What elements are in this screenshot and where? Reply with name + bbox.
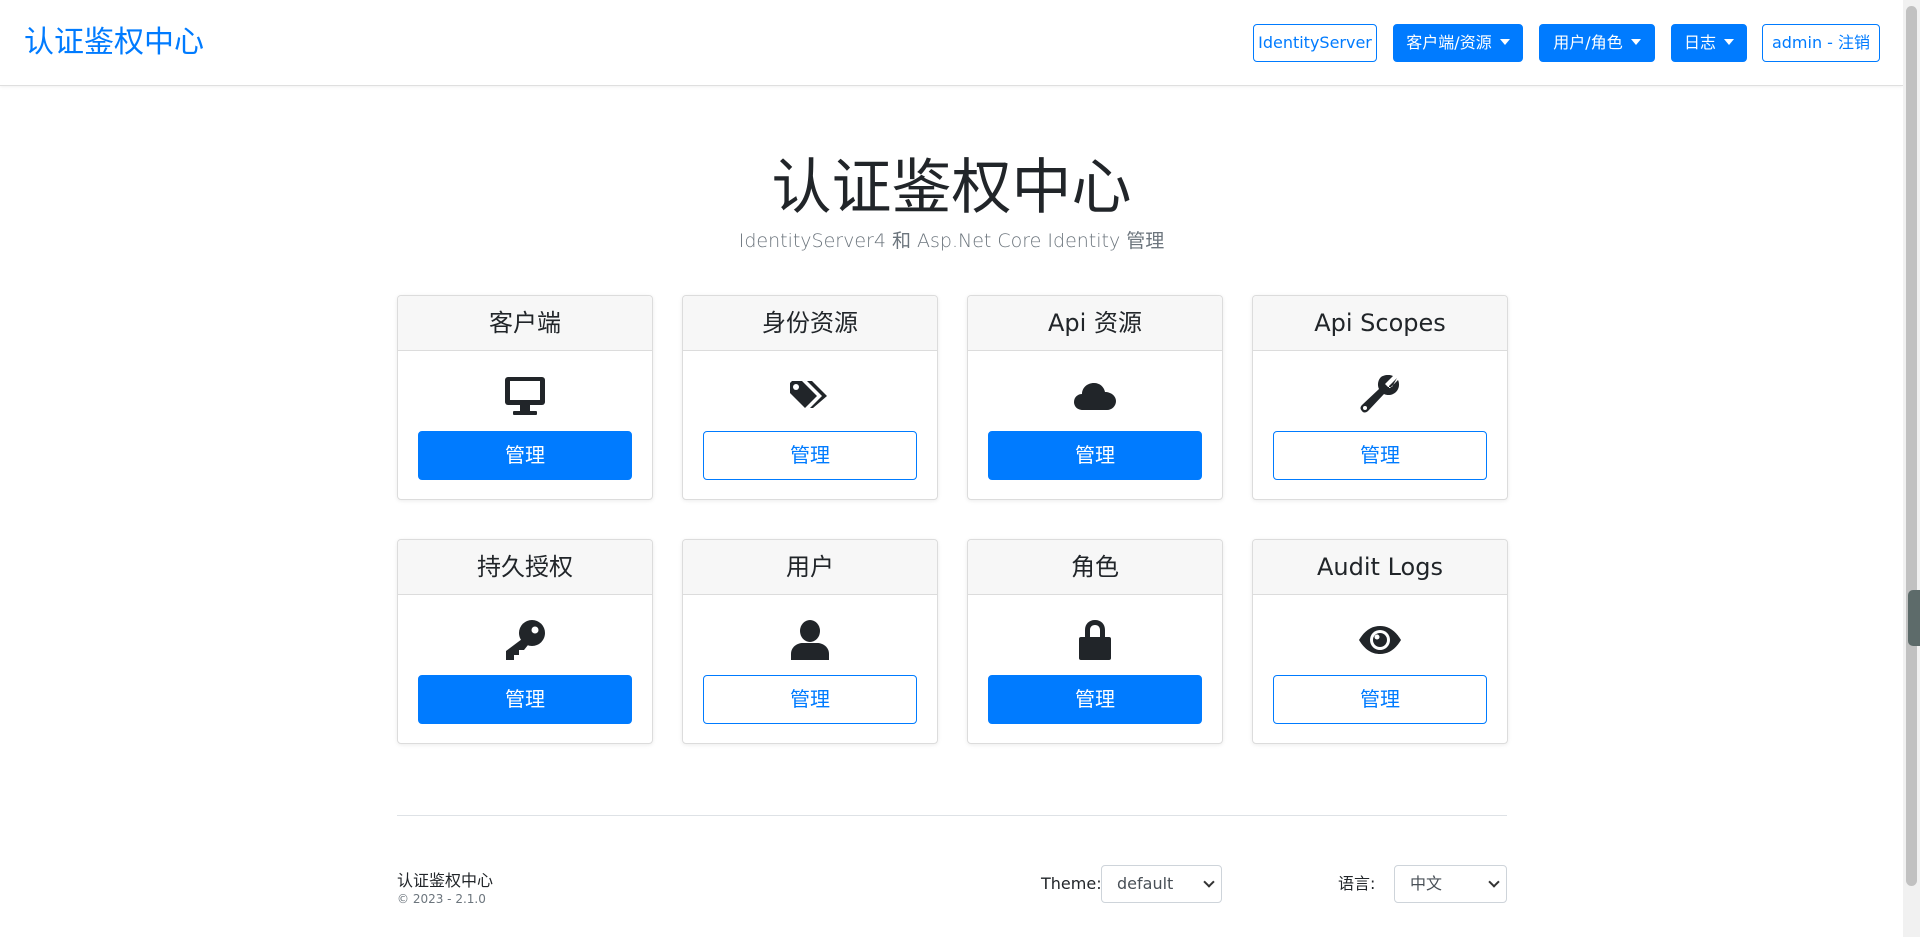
card-api-resources: Api 资源 管理 bbox=[967, 295, 1223, 500]
manage-clients-button[interactable]: 管理 bbox=[418, 431, 632, 480]
card-title: 用户 bbox=[683, 540, 937, 595]
chevron-down-icon bbox=[1724, 38, 1734, 45]
page-scrollbar[interactable] bbox=[1903, 0, 1920, 937]
manage-roles-button[interactable]: 管理 bbox=[988, 675, 1202, 724]
clients-resources-label: 客户端/资源 bbox=[1406, 33, 1492, 52]
users-roles-label: 用户/角色 bbox=[1553, 33, 1623, 52]
top-navbar: 认证鉴权中心 IdentityServer 客户端/资源 用户/角色 日志 ad… bbox=[0, 0, 1903, 86]
footer-title: 认证鉴权中心 bbox=[397, 871, 494, 890]
manage-api-resources-button[interactable]: 管理 bbox=[988, 431, 1202, 480]
wrench-icon bbox=[1253, 374, 1507, 418]
chevron-down-icon bbox=[1499, 38, 1510, 45]
footer-divider bbox=[397, 815, 1507, 816]
card-title: 客户端 bbox=[398, 296, 652, 351]
language-select[interactable]: 中文 bbox=[1394, 865, 1507, 903]
card-users: 用户 管理 bbox=[682, 539, 938, 744]
manage-api-scopes-button[interactable]: 管理 bbox=[1273, 431, 1487, 480]
logout-button[interactable]: admin - 注销 bbox=[1762, 24, 1880, 62]
logs-dropdown[interactable]: 日志 bbox=[1671, 24, 1747, 62]
identityserver-button[interactable]: IdentityServer bbox=[1253, 24, 1377, 62]
footer-copyright: © 2023 - 2.1.0 bbox=[397, 892, 486, 906]
chevron-down-icon bbox=[1630, 38, 1641, 45]
brand-link[interactable]: 认证鉴权中心 bbox=[24, 24, 204, 62]
theme-label: Theme: bbox=[1041, 874, 1102, 893]
card-roles: 角色 管理 bbox=[967, 539, 1223, 744]
card-title: Api Scopes bbox=[1253, 296, 1507, 351]
user-icon bbox=[683, 618, 937, 662]
page-title: 认证鉴权中心 bbox=[771, 153, 1132, 223]
scrollbar-thumb[interactable] bbox=[1906, 6, 1917, 886]
card-clients: 客户端 管理 bbox=[397, 295, 653, 500]
desktop-icon bbox=[398, 374, 652, 418]
side-panel-handle[interactable] bbox=[1908, 590, 1920, 646]
manage-identity-resources-button[interactable]: 管理 bbox=[703, 431, 917, 480]
card-persisted-grants: 持久授权 管理 bbox=[397, 539, 653, 744]
manage-audit-logs-button[interactable]: 管理 bbox=[1273, 675, 1487, 724]
key-icon bbox=[398, 618, 652, 662]
tags-icon bbox=[683, 374, 937, 418]
card-identity-resources: 身份资源 管理 bbox=[682, 295, 938, 500]
eye-icon bbox=[1253, 618, 1507, 662]
card-title: 角色 bbox=[968, 540, 1222, 595]
card-title: Api 资源 bbox=[968, 296, 1222, 351]
card-api-scopes: Api Scopes 管理 bbox=[1252, 295, 1508, 500]
cloud-icon bbox=[968, 374, 1222, 418]
card-title: Audit Logs bbox=[1253, 540, 1507, 595]
theme-select[interactable]: default bbox=[1101, 865, 1222, 903]
card-title: 持久授权 bbox=[398, 540, 652, 595]
language-label: 语言: bbox=[1338, 874, 1376, 893]
manage-persisted-grants-button[interactable]: 管理 bbox=[418, 675, 632, 724]
chevron-down-icon bbox=[1488, 876, 1500, 888]
card-title: 身份资源 bbox=[683, 296, 937, 351]
theme-select-value: default bbox=[1117, 874, 1174, 893]
clients-resources-dropdown[interactable]: 客户端/资源 bbox=[1393, 24, 1523, 62]
logs-label: 日志 bbox=[1683, 33, 1716, 52]
page-subtitle: IdentityServer4 和 Asp.Net Core Identity … bbox=[738, 230, 1165, 252]
manage-users-button[interactable]: 管理 bbox=[703, 675, 917, 724]
lock-icon bbox=[968, 618, 1222, 662]
card-audit-logs: Audit Logs 管理 bbox=[1252, 539, 1508, 744]
language-select-value: 中文 bbox=[1410, 874, 1443, 893]
chevron-down-icon bbox=[1203, 876, 1215, 888]
users-roles-dropdown[interactable]: 用户/角色 bbox=[1539, 24, 1655, 62]
